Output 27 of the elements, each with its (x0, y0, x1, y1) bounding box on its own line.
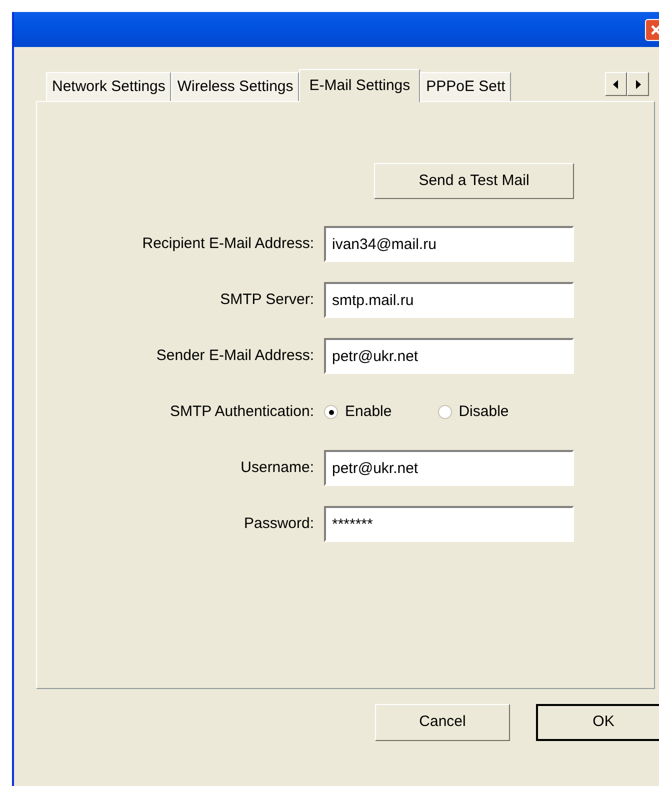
tab[interactable]: Wireless Settings (171, 72, 300, 101)
input-field[interactable]: ******* (324, 506, 574, 542)
scroll-left-button[interactable] (605, 72, 627, 96)
right-arrow-icon (635, 80, 641, 88)
field-label: SMTP Authentication: (169, 402, 314, 422)
field-label: Recipient E-Mail Address: (141, 234, 314, 254)
radio-option[interactable]: Disable (438, 400, 509, 424)
field-label: Password: (242, 514, 314, 534)
input-field[interactable]: petr@ukr.net (324, 450, 574, 486)
scroll-right-button[interactable] (627, 72, 649, 96)
input-field[interactable]: ivan34@mail.ru (324, 226, 574, 262)
close-icon (650, 24, 659, 36)
radio-option[interactable]: Enable (324, 400, 392, 424)
field-label: SMTP Server: (219, 290, 314, 310)
field-label: Sender E-Mail Address: (155, 346, 314, 366)
tab[interactable]: E-Mail Settings (299, 69, 420, 102)
left-arrow-icon (613, 80, 619, 88)
tab[interactable]: Network Settings (46, 72, 172, 101)
tab[interactable]: PPPoE Sett (420, 72, 512, 101)
field-label: Username: (240, 458, 314, 478)
cancel-button[interactable]: Cancel (375, 704, 510, 741)
ok-button[interactable]: OK (536, 704, 659, 741)
input-field[interactable]: petr@ukr.net (324, 338, 574, 374)
radio-button[interactable] (438, 405, 452, 419)
input-field[interactable]: smtp.mail.ru (324, 282, 574, 318)
radio-button[interactable] (324, 405, 338, 419)
send-test-mail-button[interactable]: Send a Test Mail (374, 163, 574, 199)
